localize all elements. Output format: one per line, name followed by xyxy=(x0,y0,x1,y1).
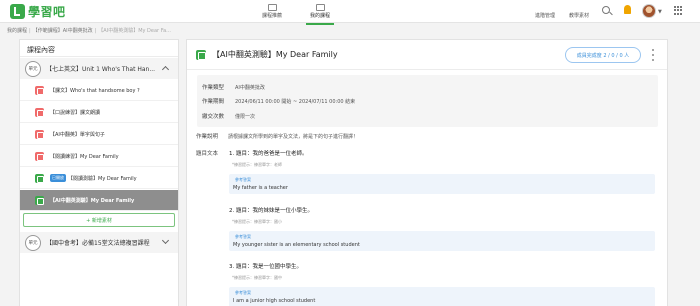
question-title: 2. 題目：我的妹妹是一位小學生。 xyxy=(229,208,313,214)
reference-answer: 參考答案 My younger sister is an elementary … xyxy=(229,231,655,251)
quiz-icon xyxy=(35,173,44,183)
breadcrumb: 我的課程 | 【作範課程】AI中翻英批改 | 【AI中翻英測驗】My Dear Fa..… xyxy=(7,28,171,34)
sidebar-item-ai-test[interactable]: 【AI中翻英測驗】My Dear Family xyxy=(20,190,178,211)
nav-course-home[interactable]: 課程推薦 xyxy=(252,2,292,22)
unit-header-1[interactable]: 單元 【七上英文】Unit 1 Who's That Han... xyxy=(20,58,178,79)
materials-icon xyxy=(574,4,584,11)
search-icon[interactable] xyxy=(602,6,610,14)
top-navbar: 學習吧 課程推薦 我的課程 進階管理 教學素材 ▼ xyxy=(0,0,700,25)
unit-badge: 單元 xyxy=(25,60,41,77)
screen-icon xyxy=(315,4,325,11)
answer-label: 參考答案 xyxy=(235,234,251,239)
questions-label: 題目文本 xyxy=(196,151,219,157)
quiz-icon xyxy=(196,50,206,60)
unit-header-2[interactable]: 單元 【國中會考】必備15堂文法總複習課程 xyxy=(20,232,178,253)
answer-text: My younger sister is an elementary schoo… xyxy=(233,242,360,248)
unit-badge: 單元 xyxy=(25,234,41,251)
info-period: 作業期間 2024/06/11 00:00 開始 ~ 2024/07/11 00:… xyxy=(202,99,356,105)
nav-label: 教學素材 xyxy=(568,13,589,19)
answer-text: My father is a teacher xyxy=(233,185,288,191)
reference-answer: 參考答案 My father is a teacher xyxy=(229,174,655,194)
more-options-icon[interactable] xyxy=(652,49,654,61)
chevron-down-icon[interactable]: ▼ xyxy=(658,9,662,15)
answer-text: I am a junior high school student xyxy=(233,298,316,304)
avatar[interactable] xyxy=(642,4,656,18)
reference-answer: 參考答案 I am a junior high school student xyxy=(229,287,655,306)
question-hint: *練習提示：練習單字：老師 xyxy=(232,162,282,167)
sidebar-item-lesson[interactable]: 【課文】Who's that handsome boy ? xyxy=(20,80,178,101)
assignment-info: 作業類型 AI中翻英批改 作業期間 2024/06/11 00:00 開始 ~ 20… xyxy=(197,75,658,127)
bar-chart-icon xyxy=(540,4,550,11)
sidebar-item-ai-translate[interactable]: 【AI中翻英】單字與句子 xyxy=(20,124,178,145)
nav-progress[interactable]: 進階管理 xyxy=(530,2,560,19)
book-icon xyxy=(267,4,277,11)
status-badge: 已開放 xyxy=(50,174,66,182)
document-icon xyxy=(35,129,44,139)
answer-label: 參考答案 xyxy=(235,177,251,182)
quiz-icon xyxy=(35,195,44,205)
logo-text: 學習吧 xyxy=(28,5,66,19)
sidebar-item-label: 【閱讀練習】My Dear Family xyxy=(50,153,119,160)
nav-label: 我的課程 xyxy=(309,13,330,19)
nav-materials[interactable]: 教學素材 xyxy=(564,2,594,19)
course-sidebar: 課程內容 單元 【七上英文】Unit 1 Who's That Han... 【… xyxy=(19,39,179,306)
add-material-button[interactable]: + 新增素材 xyxy=(23,213,175,227)
document-icon xyxy=(35,107,44,117)
info-submit: 繳交次數 僅限一次 xyxy=(202,114,256,120)
sidebar-item-label: 【口說練習】課文朗讀 xyxy=(50,109,101,116)
chevron-down-icon[interactable] xyxy=(161,236,170,245)
sidebar-item-reading-test[interactable]: 已開放 【閱讀測驗】My Dear Family xyxy=(20,168,178,189)
logo[interactable]: 學習吧 xyxy=(10,3,66,20)
breadcrumb-item[interactable]: 我的課程 xyxy=(7,28,27,34)
completion-badge[interactable]: 成員完成度 2 / 0 / 0 人 xyxy=(565,47,641,63)
page-title: 【AI中翻英測驗】My Dear Family xyxy=(212,50,338,59)
sidebar-item-label: 【AI中翻英】單字與句子 xyxy=(50,131,105,138)
main-nav: 課程推薦 我的課程 xyxy=(252,2,340,25)
nav-my-courses[interactable]: 我的課程 xyxy=(300,2,340,25)
assignment-panel: 【AI中翻英測驗】My Dear Family 成員完成度 2 / 0 / 0 … xyxy=(186,39,668,306)
nav-label: 課程推薦 xyxy=(261,13,282,19)
assignment-description: 作業說明 請根據課文所學到的單字及文法，將是下的句子進行翻譯！ xyxy=(196,134,359,140)
breadcrumb-current: 【AI中翻英測驗】My Dear Fa... xyxy=(98,28,171,34)
assignment-header: 【AI中翻英測驗】My Dear Family 成員完成度 2 / 0 / 0 … xyxy=(187,40,667,70)
document-icon xyxy=(35,85,44,95)
sidebar-item-speaking[interactable]: 【口說練習】課文朗讀 xyxy=(20,102,178,123)
logo-icon xyxy=(10,4,25,19)
info-type: 作業類型 AI中翻英批改 xyxy=(202,85,265,91)
question-hint: *練習提示：練習單字：國中 xyxy=(232,275,282,280)
question-title: 1. 題目：我的爸爸是一位老師。 xyxy=(229,151,308,157)
sidebar-item-label: 【閱讀測驗】My Dear Family xyxy=(68,175,137,182)
question-hint: *練習提示：練習單字：國小 xyxy=(232,219,282,224)
right-nav: 進階管理 教學素材 xyxy=(530,2,594,19)
question-title: 3. 題目：我是一位國中學生。 xyxy=(229,264,302,270)
unit-title: 【國中會考】必備15堂文法總複習課程 xyxy=(46,240,150,247)
nav-label: 進階管理 xyxy=(534,13,555,19)
apps-grid-icon[interactable] xyxy=(674,6,683,15)
sidebar-item-reading-practice[interactable]: 【閱讀練習】My Dear Family xyxy=(20,146,178,167)
bell-icon[interactable] xyxy=(624,5,631,14)
sidebar-item-label: 【課文】Who's that handsome boy ? xyxy=(50,87,140,94)
answer-label: 參考答案 xyxy=(235,290,251,295)
chevron-up-icon[interactable] xyxy=(161,65,170,74)
sidebar-title: 課程內容 xyxy=(20,40,178,57)
breadcrumb-item[interactable]: 【作範課程】AI中翻英批改 xyxy=(33,28,93,34)
sidebar-item-label: 【AI中翻英測驗】My Dear Family xyxy=(50,197,135,204)
unit-title: 【七上英文】Unit 1 Who's That Han... xyxy=(46,66,156,73)
document-icon xyxy=(35,151,44,161)
